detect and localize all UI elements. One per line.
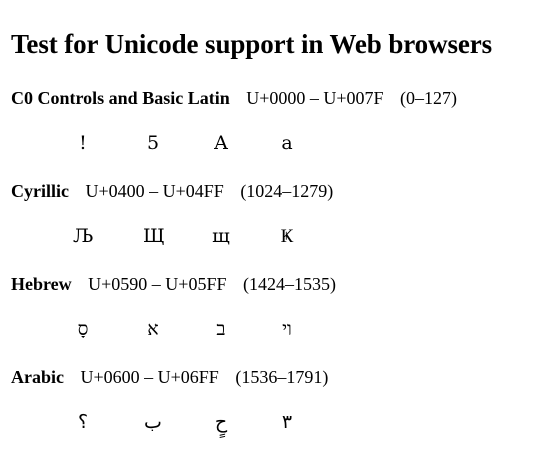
sample-char: ب: [144, 411, 162, 433]
section-name: Cyrillic: [11, 181, 69, 201]
sample-char: ב: [216, 318, 226, 340]
section-decimal-range: (0–127): [400, 88, 458, 108]
section-arabic: Arabic U+0600 – U+06FF (1536–1791) ؟ ب ح…: [11, 366, 551, 433]
sample-char: !: [79, 132, 87, 154]
sample-char: a: [281, 132, 293, 154]
sample-char: ٣: [281, 411, 293, 433]
sample-char: حٍ: [214, 411, 228, 433]
sample-char: Ҝ: [280, 225, 294, 247]
sample-characters: ؟ ب حٍ ٣: [11, 410, 551, 434]
sample-char: Щ: [143, 225, 165, 247]
sample-char: א: [147, 318, 159, 340]
section-decimal-range: (1424–1535): [242, 274, 336, 294]
section-decimal-range: (1536–1791): [235, 367, 329, 387]
sample-characters: Љ Щ щ Ҝ: [11, 224, 551, 248]
section-code-range: U+0400 – U+04FF: [85, 181, 224, 201]
section-heading: Arabic U+0600 – U+06FF (1536–1791): [11, 366, 551, 388]
section-decimal-range: (1024–1279): [240, 181, 334, 201]
sample-char: A: [214, 132, 228, 154]
section-cyrillic: Cyrillic U+0400 – U+04FF (1024–1279) Љ Щ…: [11, 180, 551, 247]
page-title: Test for Unicode support in Web browsers: [11, 29, 493, 59]
section-name: Hebrew: [11, 274, 72, 294]
sample-char: סָ: [77, 318, 89, 340]
section-code-range: U+0000 – U+007F: [246, 88, 384, 108]
sample-char: Љ: [73, 225, 94, 247]
section-name: Arabic: [11, 367, 64, 387]
sample-char: וי: [282, 318, 292, 340]
sample-char: щ: [212, 225, 230, 247]
section-heading: Hebrew U+0590 – U+05FF (1424–1535): [11, 273, 551, 295]
section-hebrew: Hebrew U+0590 – U+05FF (1424–1535) סָ א …: [11, 273, 551, 340]
sample-characters: סָ א ב וי: [11, 317, 551, 341]
sample-char: ؟: [77, 411, 89, 433]
section-name: C0 Controls and Basic Latin: [11, 88, 230, 108]
section-code-range: U+0590 – U+05FF: [88, 274, 227, 294]
section-code-range: U+0600 – U+06FF: [80, 367, 219, 387]
section-heading: Cyrillic U+0400 – U+04FF (1024–1279): [11, 180, 551, 202]
sample-characters: ! 5 A a: [11, 131, 551, 155]
sample-char: 5: [146, 132, 160, 154]
section-basic-latin: C0 Controls and Basic Latin U+0000 – U+0…: [11, 87, 551, 154]
section-heading: C0 Controls and Basic Latin U+0000 – U+0…: [11, 87, 551, 109]
